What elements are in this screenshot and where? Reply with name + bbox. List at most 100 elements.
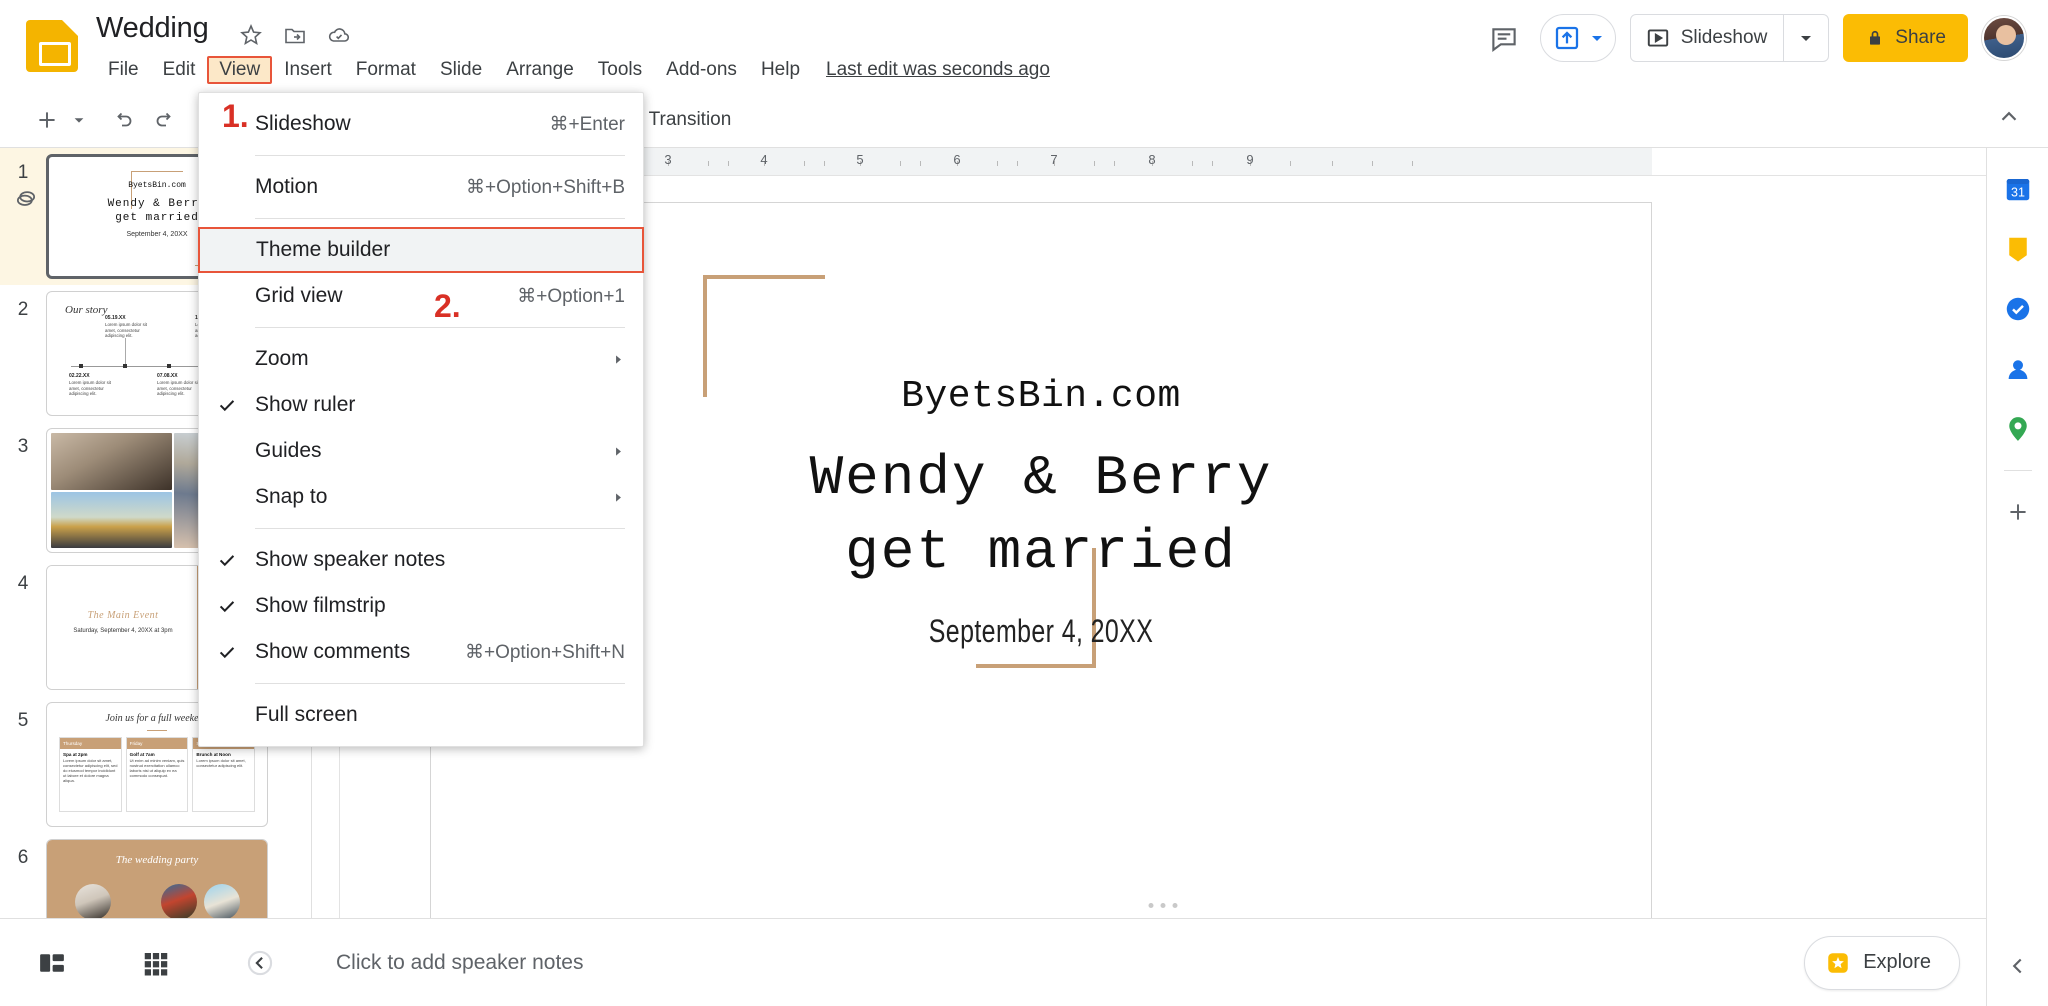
thumb-wrap: The wedding party <box>46 839 268 918</box>
menu-option-full-screen[interactable]: Full screen <box>199 692 643 738</box>
timeline-dot <box>167 364 171 368</box>
column-text: Ut enim ad minim veniam, quis nostrud ex… <box>129 758 185 778</box>
redo-icon[interactable] <box>144 99 186 141</box>
menu-option-shortcut: ⌘+Enter <box>549 113 625 135</box>
menu-option-label: Zoom <box>255 347 309 370</box>
menu-insert[interactable]: Insert <box>272 56 344 84</box>
annotation-step-2: 2. <box>434 288 461 324</box>
slideshow-label: Slideshow <box>1680 27 1768 48</box>
column-header: Thursday <box>60 738 121 749</box>
add-apps-icon[interactable] <box>1999 493 2037 531</box>
slide-date-text[interactable]: September 4, 20XX <box>565 613 1517 650</box>
slide-thumbnail[interactable]: The wedding party <box>46 839 268 918</box>
chevron-down-icon <box>1589 30 1605 46</box>
title-action-icons <box>238 22 351 47</box>
menu-option-label: Full screen <box>255 703 358 726</box>
menu-option-label: Show comments <box>255 640 411 663</box>
transition-button[interactable]: Transition <box>635 103 746 137</box>
contacts-icon[interactable] <box>1999 350 2037 388</box>
slides-logo-icon[interactable] <box>26 20 78 72</box>
menu-divider <box>255 155 625 156</box>
annotation-step-1: 1. <box>222 98 249 134</box>
collapse-filmstrip-icon[interactable] <box>208 949 312 977</box>
column-body: Spa at 2pm Lorem ipsum dolor sit amet, c… <box>60 749 121 786</box>
menu-option-label: Show speaker notes <box>255 548 446 571</box>
user-avatar[interactable] <box>1982 16 2026 60</box>
dot <box>1148 903 1154 908</box>
maps-icon[interactable] <box>1999 410 2037 448</box>
party-avatar <box>160 884 197 918</box>
menu-format[interactable]: Format <box>344 56 428 84</box>
menu-divider <box>255 528 625 529</box>
checkmark-icon <box>199 394 255 416</box>
present-upload-button[interactable] <box>1539 14 1616 62</box>
column-sub: Spa at 2pm <box>63 752 88 757</box>
menu-option-show-ruler[interactable]: Show ruler <box>199 382 643 428</box>
cloud-saved-icon[interactable] <box>326 22 351 47</box>
menu-edit[interactable]: Edit <box>151 56 208 84</box>
menu-divider <box>255 683 625 684</box>
menu-option-grid-view[interactable]: Grid view ⌘+Option+1 <box>199 273 643 319</box>
menu-arrange[interactable]: Arrange <box>494 56 586 84</box>
menu-option-shortcut: ⌘+Option+Shift+B <box>466 176 625 198</box>
plus-icon[interactable] <box>26 99 68 141</box>
timeline-dot <box>123 364 127 368</box>
menu-option-theme-builder[interactable]: Theme builder <box>198 227 644 273</box>
column-text: Lorem ipsum dolor sit amet, consectetur … <box>63 758 118 783</box>
grid-view-icon[interactable] <box>104 948 208 978</box>
entry-body: Lorem ipsum dolor sit amet, consectetur … <box>105 322 147 339</box>
menu-help[interactable]: Help <box>749 56 812 84</box>
explore-button[interactable]: Explore <box>1804 935 1960 990</box>
menu-option-slideshow[interactable]: Slideshow ⌘+Enter <box>199 101 643 147</box>
last-edit-status[interactable]: Last edit was seconds ago <box>826 59 1050 81</box>
ruler-label: 8 <box>1148 152 1156 167</box>
undo-icon[interactable] <box>102 99 144 141</box>
menu-slide[interactable]: Slide <box>428 56 494 84</box>
calendar-icon[interactable]: 31 <box>1999 170 2037 208</box>
menu-option-show-comments[interactable]: Show comments ⌘+Option+Shift+N <box>199 629 643 675</box>
column-body: Golf at 7am Ut enim ad minim veniam, qui… <box>127 749 188 781</box>
chevron-left-icon[interactable] <box>2005 953 2031 984</box>
document-title[interactable]: Wedding <box>96 12 209 45</box>
comment-history-icon[interactable] <box>1482 16 1526 60</box>
keep-icon[interactable] <box>1999 230 2037 268</box>
slideshow-caret-button[interactable] <box>1784 15 1828 61</box>
tasks-icon[interactable] <box>1999 290 2037 328</box>
filmstrip-slide-6[interactable]: 6 The wedding party <box>0 833 311 918</box>
filmstrip-view-icon[interactable] <box>0 948 104 978</box>
dot <box>1160 903 1166 908</box>
menu-tools[interactable]: Tools <box>586 56 654 84</box>
ruler-label: 3 <box>664 152 672 167</box>
menu-file[interactable]: File <box>96 56 151 84</box>
menu-view[interactable]: View <box>207 56 273 84</box>
ruler-label: 4 <box>760 152 768 167</box>
menu-option-zoom[interactable]: Zoom <box>199 336 643 382</box>
menu-option-guides[interactable]: Guides <box>199 428 643 474</box>
star-icon[interactable] <box>238 22 263 47</box>
ruler-label: 5 <box>856 152 864 167</box>
share-button[interactable]: Share <box>1843 14 1968 62</box>
thumb-subtitle: Saturday, September 4, 20XX at 3pm <box>73 628 173 634</box>
menu-option-show-filmstrip[interactable]: Show filmstrip <box>199 583 643 629</box>
menu-option-motion[interactable]: Motion ⌘+Option+Shift+B <box>199 164 643 210</box>
speaker-notes-input[interactable]: Click to add speaker notes <box>336 951 583 975</box>
chevron-up-icon[interactable] <box>1996 104 2022 135</box>
move-to-folder-icon[interactable] <box>282 22 307 47</box>
menu-option-snap-to[interactable]: Snap to <box>199 474 643 520</box>
timeline-entry: 02.22.XX Lorem ipsum dolor sit amet, con… <box>69 373 121 397</box>
view-dropdown-menu[interactable]: Slideshow ⌘+Enter Motion ⌘+Option+Shift+… <box>198 92 644 747</box>
checkmark-icon <box>199 595 255 617</box>
submenu-arrow-icon <box>612 491 625 504</box>
thumb-title: Our story <box>65 304 108 316</box>
slideshow-main[interactable]: Slideshow <box>1631 15 1784 61</box>
menu-addons[interactable]: Add-ons <box>654 56 749 84</box>
schedule-column: Thursday Spa at 2pm Lorem ipsum dolor si… <box>59 737 122 812</box>
slideshow-button[interactable]: Slideshow <box>1629 14 1830 62</box>
menu-option-show-speaker-notes[interactable]: Show speaker notes <box>199 537 643 583</box>
transition-indicator-icon[interactable] <box>12 184 40 217</box>
dot <box>1172 903 1178 908</box>
thumb-title: The Main Event <box>87 610 159 621</box>
party-avatars <box>47 884 267 918</box>
new-slide-caret-icon[interactable] <box>68 99 90 141</box>
entry-date: 05.19.XX <box>105 315 126 321</box>
